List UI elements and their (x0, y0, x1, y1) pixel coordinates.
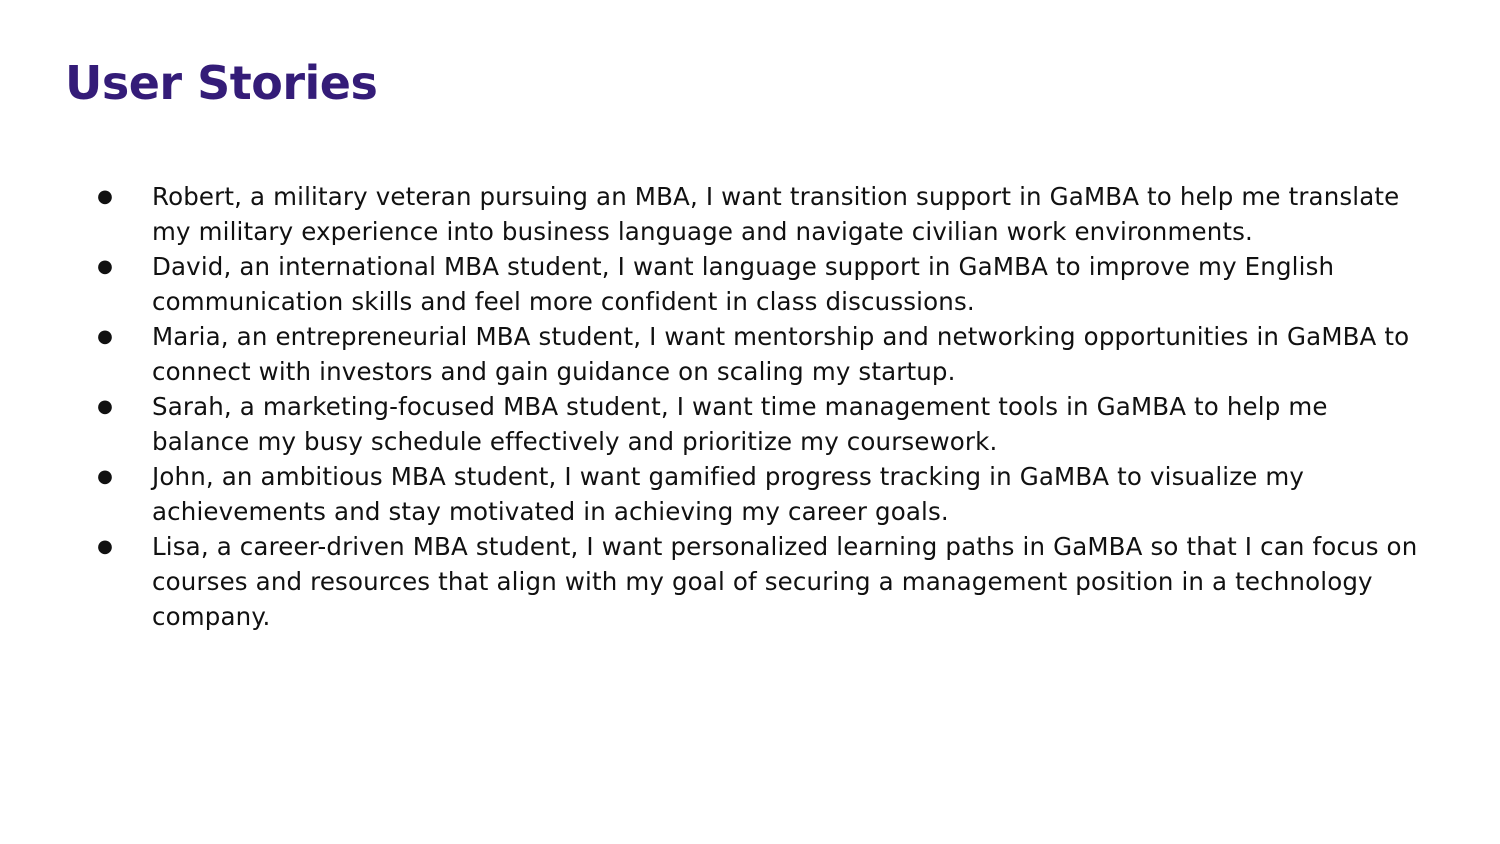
list-item: ● Lisa, a career-driven MBA student, I w… (94, 529, 1429, 634)
slide-title: User Stories (65, 56, 378, 110)
bullet-icon: ● (97, 256, 113, 277)
story-text: Maria, an entrepreneurial MBA student, I… (152, 322, 1410, 386)
bullet-icon: ● (97, 536, 113, 557)
list-item: ● Robert, a military veteran pursuing an… (94, 179, 1429, 249)
story-text: Sarah, a marketing-focused MBA student, … (152, 392, 1328, 456)
story-text: Robert, a military veteran pursuing an M… (152, 182, 1400, 246)
bullet-icon: ● (97, 396, 113, 417)
bullet-icon: ● (97, 466, 113, 487)
story-text: John, an ambitious MBA student, I want g… (152, 462, 1305, 526)
user-stories-list: ● Robert, a military veteran pursuing an… (94, 179, 1429, 634)
list-item: ● Sarah, a marketing-focused MBA student… (94, 389, 1429, 459)
list-item: ● John, an ambitious MBA student, I want… (94, 459, 1429, 529)
story-text: Lisa, a career-driven MBA student, I wan… (152, 532, 1418, 631)
bullet-icon: ● (97, 186, 113, 207)
list-item: ● Maria, an entrepreneurial MBA student,… (94, 319, 1429, 389)
bullet-icon: ● (97, 326, 113, 347)
list-item: ● David, an international MBA student, I… (94, 249, 1429, 319)
slide: User Stories ● Robert, a military vetera… (0, 0, 1500, 844)
story-text: David, an international MBA student, I w… (152, 252, 1335, 316)
